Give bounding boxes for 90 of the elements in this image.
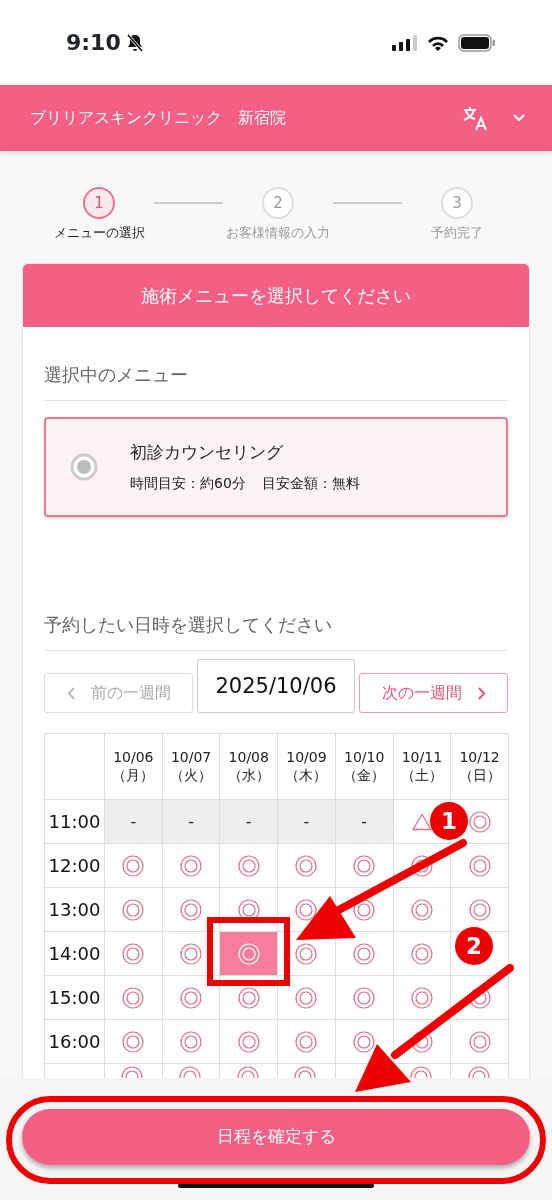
signal-icon (392, 34, 418, 51)
available-slot-icon[interactable] (353, 898, 376, 921)
available-slot-icon[interactable] (236, 1066, 261, 1078)
step-number: 1 (83, 187, 115, 219)
unavailable-slot: - (277, 799, 336, 844)
available-slot-icon[interactable] (122, 986, 145, 1009)
time-label: 15:00 (48, 987, 101, 1008)
menu-name: 初診カウンセリング (130, 440, 284, 464)
available-slot-icon[interactable] (410, 986, 433, 1009)
available-slot-icon[interactable] (180, 1030, 203, 1053)
available-slot-icon[interactable] (122, 1030, 145, 1053)
translate-icon[interactable] (462, 105, 488, 131)
available-slot-icon[interactable] (353, 942, 376, 965)
available-slot-icon[interactable] (468, 986, 491, 1009)
available-slot-icon[interactable] (179, 1066, 204, 1078)
available-slot-icon[interactable] (353, 1030, 376, 1053)
time-label: 16:00 (48, 1031, 101, 1052)
day-date: 10/06 (112, 749, 155, 767)
available-slot-icon[interactable] (180, 898, 203, 921)
day-weekday: （火） (169, 766, 214, 784)
available-slot-icon[interactable] (237, 1030, 260, 1053)
available-slot-icon[interactable] (410, 942, 433, 965)
available-slot-icon[interactable] (410, 898, 433, 921)
time-label: 14:00 (48, 943, 101, 964)
section-heading: 選択中のメニュー (44, 327, 508, 401)
few-slots-icon[interactable] (411, 812, 432, 831)
available-slot-icon[interactable] (180, 942, 203, 965)
day-weekday: （水） (226, 766, 271, 784)
available-slot-icon[interactable] (468, 810, 491, 833)
available-slot-icon[interactable] (180, 986, 203, 1009)
available-slot-icon[interactable] (237, 986, 260, 1009)
time-label: 13:00 (48, 899, 101, 920)
available-slot-icon[interactable] (468, 898, 491, 921)
step-number: 2 (262, 187, 294, 219)
available-slot-icon[interactable] (180, 854, 203, 877)
section-heading: 予約したい日時を選択してください (44, 577, 508, 651)
available-slot-icon[interactable] (468, 854, 491, 877)
available-slot-icon[interactable] (295, 898, 318, 921)
radio-button[interactable] (70, 453, 98, 481)
chevron-right-icon (477, 686, 486, 700)
day-weekday: （金） (342, 766, 387, 784)
menu-detail: 目安金額：無料 (261, 474, 360, 494)
unavailable-slot: - (104, 799, 163, 844)
unavailable-slot: - (335, 799, 393, 844)
time-label: 12:00 (48, 855, 101, 876)
available-slot-icon[interactable] (295, 1030, 318, 1053)
unavailable-slot: - (219, 799, 278, 844)
day-date: 10/07 (169, 749, 213, 767)
clock-time: 9:10 (66, 29, 121, 57)
available-slot-icon[interactable] (295, 942, 318, 965)
available-slot-icon[interactable] (121, 1066, 146, 1078)
available-slot-icon[interactable] (468, 1030, 491, 1053)
available-slot-icon[interactable] (295, 986, 318, 1009)
available-slot-icon[interactable] (409, 1066, 434, 1078)
step-number: 3 (441, 187, 473, 219)
available-slot-icon[interactable] (410, 1030, 433, 1053)
available-slot-icon[interactable] (122, 898, 145, 921)
available-slot-icon[interactable] (237, 854, 260, 877)
battery-icon (458, 33, 496, 52)
available-slot-icon[interactable] (294, 1066, 319, 1078)
day-weekday: （月） (111, 766, 156, 784)
unavailable-slot: - (162, 799, 220, 844)
day-date: 10/11 (400, 749, 444, 767)
day-date: 10/12 (458, 749, 501, 767)
time-label: 11:00 (48, 811, 101, 832)
day-weekday: （土） (399, 766, 444, 784)
available-slot-icon[interactable] (353, 854, 376, 877)
available-slot-icon[interactable] (410, 854, 433, 877)
day-date: 10/10 (343, 749, 386, 767)
step-label: 予約完了 (431, 224, 483, 242)
next-week-button[interactable]: 次の一週間 (359, 673, 508, 713)
available-slot-icon[interactable] (295, 854, 318, 877)
available-slot-icon[interactable] (467, 1066, 492, 1078)
clinic-title: ブリリアスキンクリニック 新宿院 (30, 107, 286, 129)
day-date: 10/09 (285, 749, 328, 767)
menu-option[interactable]: 初診カウンセリング 時間目安：約60分 目安金額：無料 (44, 417, 508, 517)
available-slot-icon[interactable] (353, 986, 376, 1009)
step-label: お客様情報の入力 (226, 224, 330, 242)
day-weekday: （日） (457, 766, 502, 784)
step-label: メニューの選択 (53, 224, 145, 242)
card-title: 施術メニューを選択してください (23, 264, 529, 327)
day-date: 10/08 (227, 749, 270, 767)
confirm-button[interactable]: 日程を確定する (22, 1109, 530, 1165)
menu-detail: 時間目安：約60分 (130, 474, 246, 494)
chevron-down-icon[interactable] (512, 113, 526, 123)
day-weekday: （木） (284, 766, 329, 784)
date-field[interactable]: 2025/10/06 (197, 659, 355, 713)
available-slot-icon[interactable] (122, 854, 145, 877)
chevron-left-icon (66, 686, 75, 700)
available-slot-icon[interactable] (122, 942, 145, 965)
